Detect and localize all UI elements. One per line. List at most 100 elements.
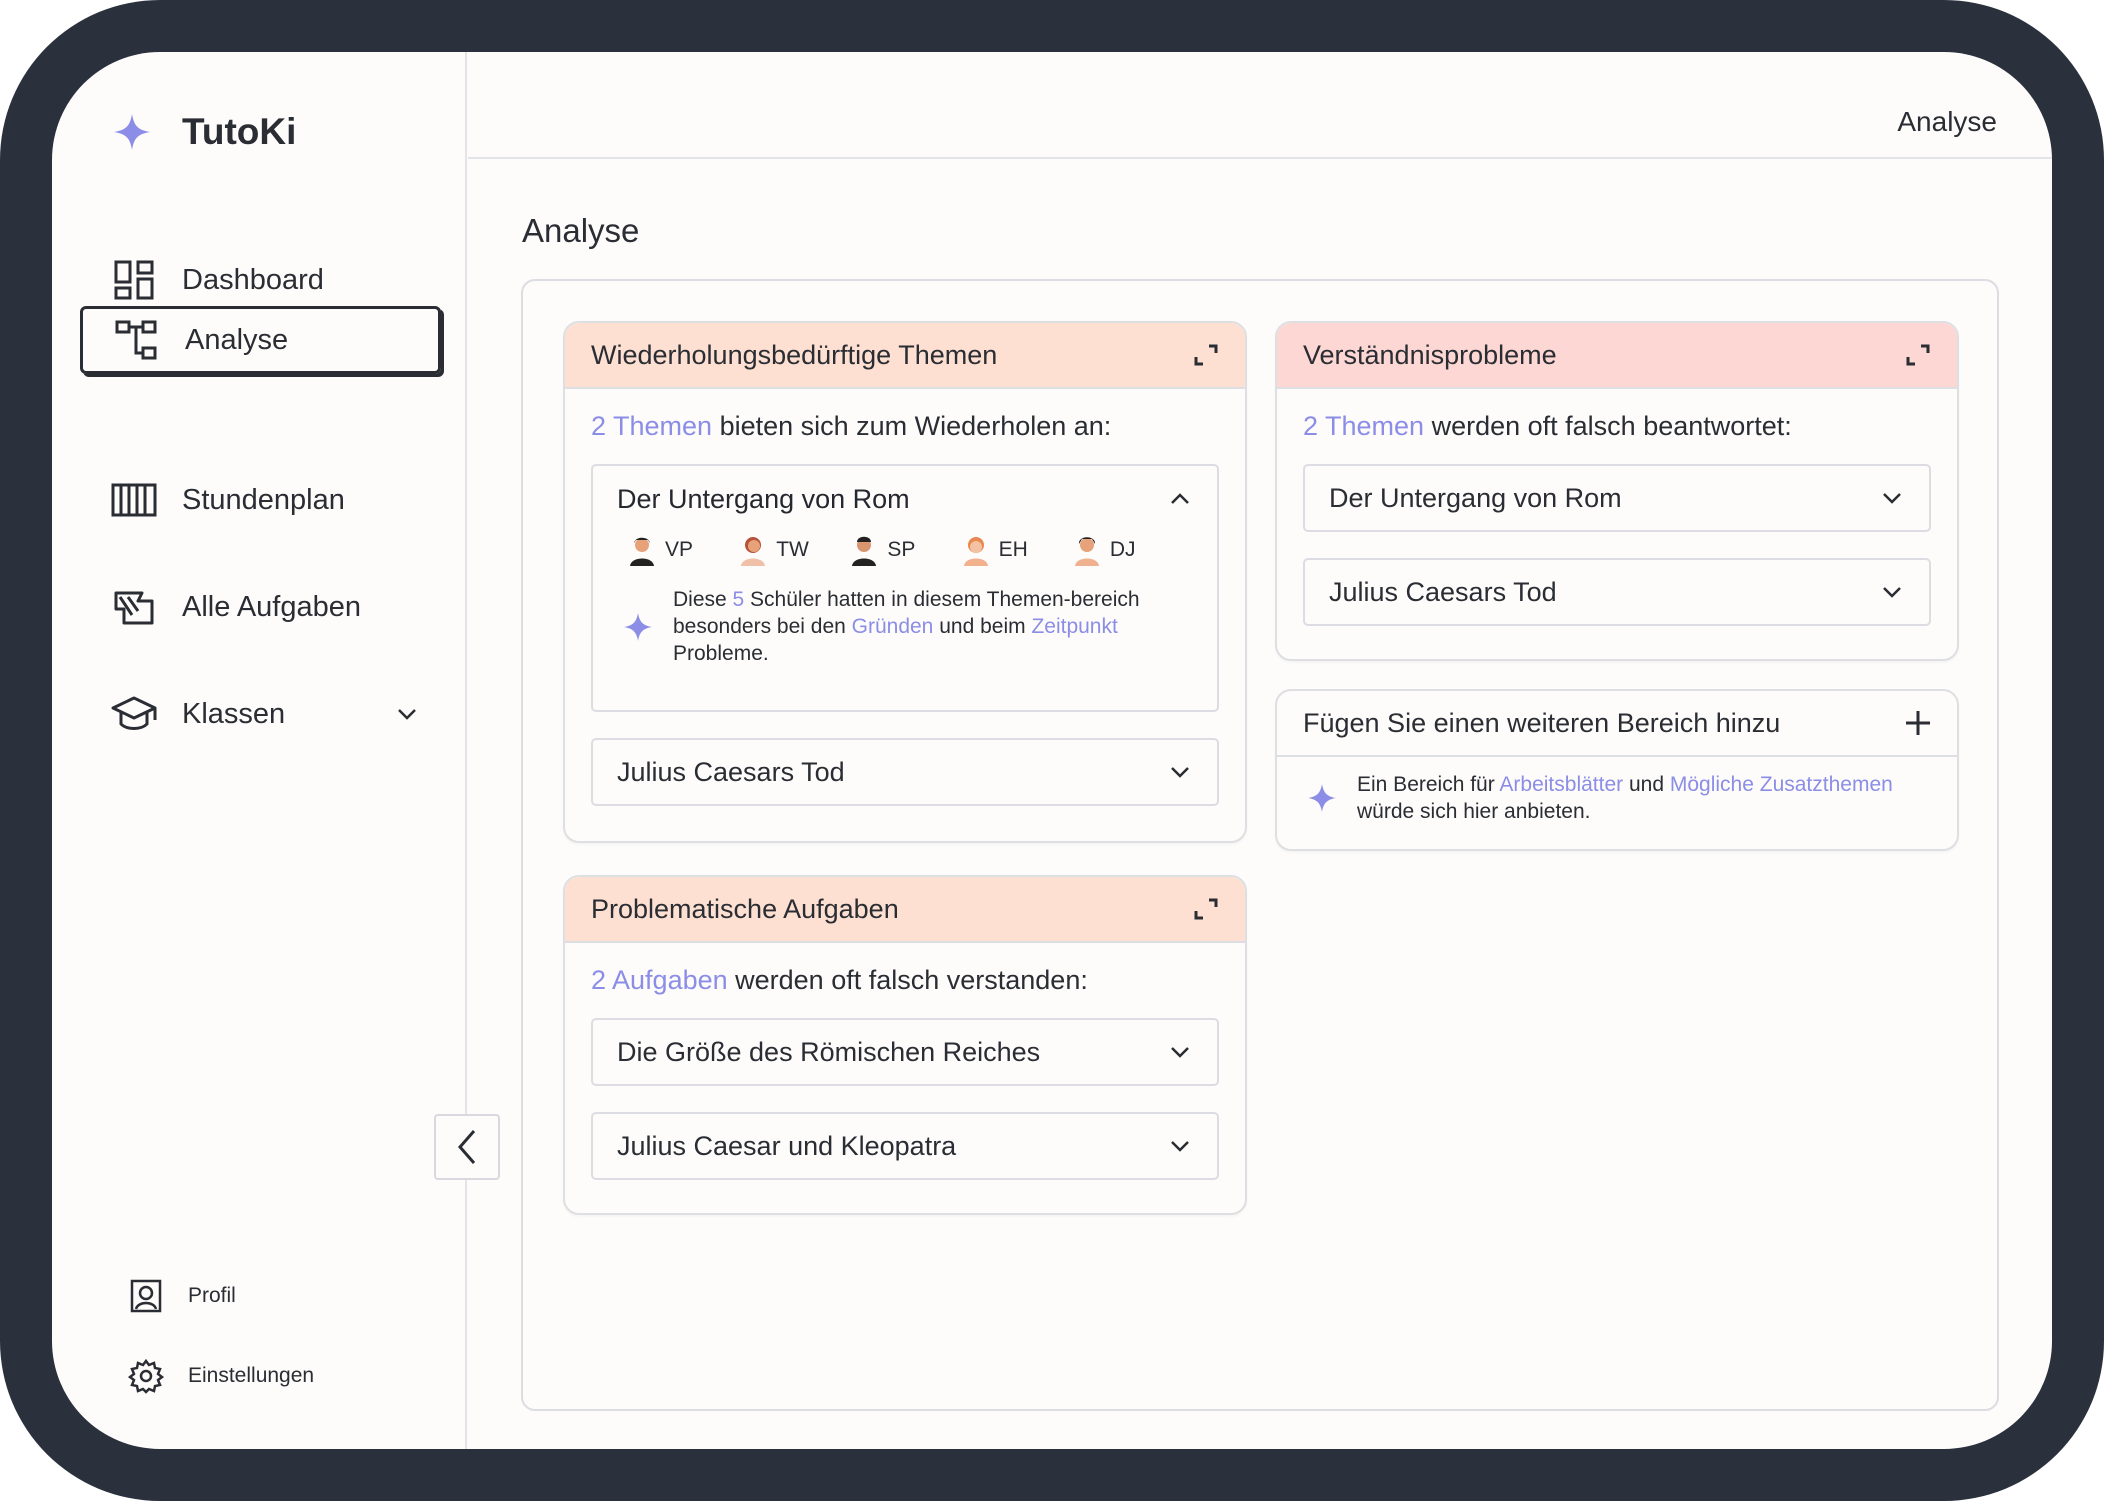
card-header: Problematische Aufgaben — [565, 877, 1245, 943]
sidebar-item-stundenplan[interactable]: Stundenplan — [80, 466, 441, 534]
student-initials: EH — [998, 538, 1028, 561]
card-title: Problematische Aufgaben — [591, 893, 899, 924]
hint-link-gruende[interactable]: Gründen — [852, 615, 934, 638]
topic-count[interactable]: 2 Themen — [591, 411, 712, 441]
student-chip[interactable]: EH — [961, 534, 1072, 566]
chevron-down-icon — [1883, 587, 1901, 598]
card-header[interactable]: Fügen Sie einen weiteren Bereich hinzu — [1277, 691, 1957, 757]
avatar-icon — [852, 536, 877, 566]
ai-hint: Ein Bereich für Arbeitsblätter und Mögli… — [1277, 771, 1957, 825]
student-chip[interactable]: VP — [627, 534, 738, 566]
topic-dropdown[interactable]: Julius Caesars Tod — [1303, 558, 1931, 626]
card-header: Wiederholungsbedürftige Themen — [565, 323, 1245, 389]
analysis-panel: Wiederholungsbedürftige Themen 2 Themen … — [521, 279, 1999, 1411]
lead-text: bieten sich zum Wiederholen an: — [712, 411, 1112, 441]
hint-part: würde sich hier anbieten. — [1357, 800, 1591, 823]
hint-count: 5 — [732, 588, 745, 611]
device-frame: TutoKi Dashboard Analyse Stundenplan All — [0, 0, 2104, 1501]
topic-dropdown-expanded[interactable]: Der Untergang von Rom VP TW SP EH DJ Die… — [591, 464, 1219, 712]
add-section-card: Fügen Sie einen weiteren Bereich hinzu E… — [1275, 689, 1959, 851]
dropdown-label: Der Untergang von Rom — [617, 483, 910, 514]
sidebar-item-label: Dashboard — [182, 263, 324, 296]
hint-text: Diese 5 Schüler hatten in diesem Themen-… — [673, 586, 1173, 667]
sidebar-item-label: Einstellungen — [188, 1364, 315, 1387]
card-title: Fügen Sie einen weiteren Bereich hinzu — [1303, 707, 1781, 738]
sparkle-icon — [624, 612, 652, 641]
topic-count[interactable]: 2 Themen — [1303, 411, 1424, 441]
plus-icon[interactable] — [1903, 708, 1933, 738]
schedule-icon — [110, 476, 158, 524]
chevron-left-icon — [458, 1130, 476, 1164]
hint-part: Probleme. — [673, 642, 769, 665]
sidebar-item-alle-aufgaben[interactable]: Alle Aufgaben — [80, 573, 441, 641]
chevron-up-icon[interactable] — [1167, 486, 1193, 512]
card-lead: 2 Aufgaben werden oft falsch verstanden: — [565, 965, 1245, 996]
task-dropdown[interactable]: Die Größe des Römischen Reiches — [591, 1018, 1219, 1086]
hint-part: Diese — [673, 588, 733, 611]
student-chip[interactable]: DJ — [1072, 534, 1183, 566]
gear-icon — [128, 1358, 164, 1394]
student-chip[interactable]: TW — [738, 534, 849, 566]
hint-link-arbeitsblaetter[interactable]: Arbeitsblätter — [1499, 773, 1623, 796]
student-initials: VP — [665, 538, 694, 561]
hint-part: und — [1623, 773, 1670, 796]
profile-icon — [130, 1279, 162, 1313]
task-dropdown[interactable]: Julius Caesar und Kleopatra — [591, 1112, 1219, 1180]
card-title: Verständnisprobleme — [1303, 339, 1557, 370]
sidebar-item-label: Profil — [188, 1284, 236, 1307]
collapse-sidebar-button[interactable] — [434, 1114, 500, 1180]
brand[interactable]: TutoKi — [112, 96, 296, 168]
app-name: TutoKi — [182, 111, 297, 152]
task-count[interactable]: 2 Aufgaben — [591, 965, 728, 995]
card-lead: 2 Themen bieten sich zum Wiederholen an: — [565, 411, 1245, 442]
dropdown-label: Julius Caesar und Kleopatra — [617, 1130, 957, 1161]
avatar-icon — [741, 537, 766, 566]
understanding-problems-card: Verständnisprobleme 2 Themen werden oft … — [1275, 321, 1959, 661]
dropdown-label: Die Größe des Römischen Reiches — [617, 1036, 1041, 1067]
sidebar-item-profil[interactable]: Profil — [128, 1274, 236, 1318]
sidebar-item-einstellungen[interactable]: Einstellungen — [128, 1354, 314, 1398]
hint-link-zeitpunkt[interactable]: Zeitpunkt — [1031, 615, 1117, 638]
chevron-down-icon — [1171, 767, 1189, 778]
review-topics-card: Wiederholungsbedürftige Themen 2 Themen … — [563, 321, 1247, 843]
dropdown-label: Der Untergang von Rom — [1329, 482, 1622, 513]
lead-text: werden oft falsch beantwortet: — [1424, 411, 1792, 441]
card-lead: 2 Themen werden oft falsch beantwortet: — [1277, 411, 1957, 442]
expand-icon[interactable] — [1903, 340, 1933, 370]
avatar-icon — [630, 537, 654, 566]
student-chip[interactable]: SP — [849, 534, 960, 566]
sidebar-item-analyse[interactable]: Analyse — [80, 306, 441, 374]
topic-dropdown[interactable]: Julius Caesars Tod — [591, 738, 1219, 806]
student-initials: DJ — [1109, 538, 1136, 561]
lead-text: werden oft falsch verstanden: — [727, 965, 1088, 995]
graduation-cap-icon — [110, 690, 158, 738]
dropdown-header[interactable]: Der Untergang von Rom — [593, 466, 1217, 532]
sidebar-item-dashboard[interactable]: Dashboard — [80, 246, 441, 314]
topic-dropdown[interactable]: Der Untergang von Rom — [1303, 464, 1931, 532]
hint-text: Ein Bereich für Arbeitsblätter und Mögli… — [1357, 771, 1917, 825]
card-header: Verständnisprobleme — [1277, 323, 1957, 389]
hint-part: und beim — [933, 615, 1032, 638]
dropdown-label: Julius Caesars Tod — [617, 756, 845, 787]
student-list: VP TW SP EH DJ — [593, 534, 1217, 566]
sidebar-item-label: Alle Aufgaben — [182, 590, 361, 623]
app-screen: TutoKi Dashboard Analyse Stundenplan All — [52, 52, 2052, 1449]
problematic-tasks-card: Problematische Aufgaben 2 Aufgaben werde… — [563, 875, 1247, 1215]
sidebar-item-label: Stundenplan — [182, 483, 345, 516]
sparkle-icon — [1308, 784, 1336, 812]
tasks-icon — [110, 583, 158, 631]
ai-hint: Diese 5 Schüler hatten in diesem Themen-… — [593, 586, 1217, 667]
chevron-down-icon — [1171, 1047, 1189, 1058]
expand-icon[interactable] — [1191, 894, 1221, 924]
sidebar-item-klassen[interactable]: Klassen — [80, 680, 441, 748]
sidebar-item-label: Analyse — [185, 323, 289, 356]
expand-icon[interactable] — [1191, 340, 1221, 370]
avatar-icon — [1074, 537, 1099, 566]
card-title: Wiederholungsbedürftige Themen — [591, 339, 998, 370]
breadcrumb[interactable]: Analyse — [1897, 106, 1997, 138]
chevron-down-icon[interactable] — [395, 702, 419, 726]
hint-link-zusatzthemen[interactable]: Mögliche Zusatzthemen — [1670, 773, 1893, 796]
hierarchy-icon — [113, 316, 161, 364]
chevron-down-icon — [1883, 493, 1901, 504]
avatar-icon — [963, 537, 988, 566]
